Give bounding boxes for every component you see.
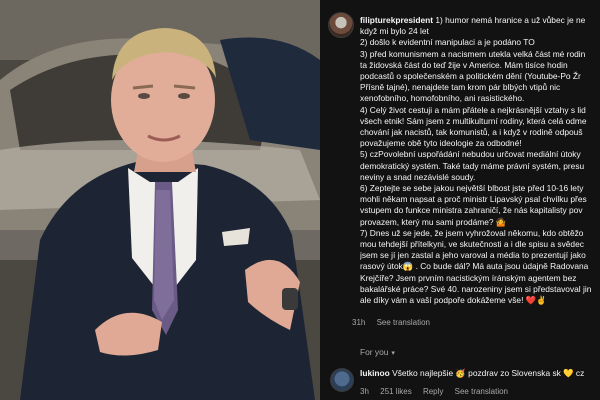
post-video[interactable] [0,0,320,400]
comment-filter[interactable]: For you ▾ [360,347,395,357]
caption-line: provazem, který mu sami prodáme? 🤷 [360,216,507,227]
caption-line: Krejčíře? Jsem prvním nacistickým íránsk… [360,272,577,283]
instagram-post-view: filipturekpresident 1) humor nemá hranic… [0,0,600,400]
caption-line: podcastů o společenském a politickém děn… [360,71,581,82]
comment-username[interactable]: lukinoo [360,368,390,378]
caption-text: filipturekpresident 1) humor nemá hranic… [360,15,600,306]
see-translation-link[interactable]: See translation [377,318,430,327]
profile-avatar[interactable] [328,12,354,38]
post-age: 31h [352,318,366,327]
caption-line: jsem se jí jen zastal a jeho varoval a m… [360,250,586,261]
post-meta: 31h See translation [352,318,439,327]
caption-line: neviny a snad nezávislé soudy. [360,171,476,182]
caption-line: mou tehdejší přítelkyni, ve skutečnosti … [360,239,584,250]
caption-line: ta židovská část do teď žije v Americe. … [360,59,568,70]
caption-line: bakalářské práce? Své 40. narozeniny jse… [360,283,592,294]
comment-likes[interactable]: 251 likes [380,387,412,396]
caption-line: považujeme obě tyto ideologie za odbodné… [360,138,522,149]
caption-line: Přísně tajné), nenajdete tam krom pár bl… [360,82,561,93]
comment-meta: 3h 251 likes Reply See translation [360,387,517,396]
caption-line: 6) Zeptejte se sebe jakou největší blbos… [360,183,584,194]
comment-see-translation-link[interactable]: See translation [455,387,508,396]
caption-line: xenofobního, homofobního, ani rasistické… [360,93,525,104]
caption-line: mohli někam napsat a proč ministr Lipavs… [360,194,587,205]
comments-panel: filipturekpresident 1) humor nemá hranic… [320,0,600,400]
caption-line: 3) před komunismem a nacismem utekla vel… [360,48,586,59]
caption-line: 7) Dnes už se jede, že jsem vyhrožoval n… [360,227,584,238]
reply-button[interactable]: Reply [423,387,443,396]
video-frame-illustration [0,0,320,400]
chevron-down-icon: ▾ [391,350,395,357]
commenter-avatar[interactable] [330,368,354,392]
comment-age: 3h [360,387,369,396]
for-you-label: For you [360,347,389,357]
caption-line: 2) došlo k evidentní manipulaci a je pod… [360,37,535,48]
caption-line: ale díky vám a vaší podpoře dokážeme vše… [360,295,547,306]
caption-line: vstupem do funkce ministra zahraničí, že… [360,205,583,216]
caption-line: chování jak nacistů, tak komunistů, a i … [360,127,583,138]
comment-text: Všetko najlepšie 🥳 pozdrav zo Slovenska … [389,368,585,378]
caption-line: když mi bylo 24 let [360,26,429,37]
caption-line: 4) Celý život cestuji a mám přátele a ne… [360,104,586,115]
caption-line: 1) humor nemá hranice a už vůbec je ne [433,15,586,25]
caption-line: 5) czPovolební uspořádání nebudou určova… [360,149,581,160]
caption-line: demokratický systém. Také tady máme práv… [360,160,585,171]
caption-line: rasový útok😱 . Co bude dál? Má auta jsou… [360,261,589,272]
caption-line: všech etnik! Sám jsem z multikulturní ro… [360,115,587,126]
post-username[interactable]: filipturekpresident [360,15,433,25]
comment: lukinoo Všetko najlepšie 🥳 pozdrav zo Sl… [360,368,584,379]
